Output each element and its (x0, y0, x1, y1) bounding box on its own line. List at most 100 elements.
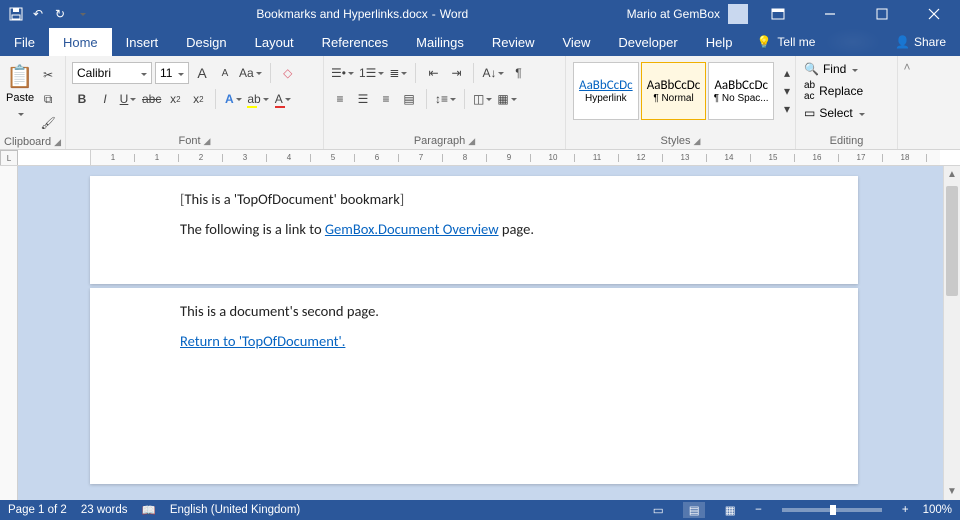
clear-format-icon[interactable]: ◇ (278, 62, 298, 84)
change-case-icon[interactable]: Aa (238, 62, 263, 84)
ribbon-display-options-icon[interactable] (756, 0, 800, 28)
tab-insert[interactable]: Insert (112, 28, 173, 56)
avatar[interactable] (728, 4, 748, 24)
qat-customize-icon[interactable] (74, 6, 90, 22)
shrink-font-icon[interactable]: A (215, 62, 235, 84)
web-layout-icon[interactable]: ▦ (719, 502, 741, 518)
paragraph[interactable]: Return to 'TopOfDocument'. (180, 332, 768, 350)
style-nospacing[interactable]: AaBbCcDc¶ No Spac... (708, 62, 774, 120)
redo-icon[interactable]: ↻ (52, 6, 68, 22)
increase-indent-icon[interactable]: ⇥ (446, 62, 466, 84)
find-button[interactable]: 🔍Find (802, 60, 891, 78)
hyperlink-bookmark[interactable]: Return to 'TopOfDocument'. (180, 332, 345, 350)
format-painter-icon[interactable]: 🖌 (38, 112, 58, 134)
italic-icon[interactable]: I (95, 88, 115, 110)
align-left-icon[interactable]: ≡ (330, 88, 350, 110)
maximize-icon[interactable] (860, 0, 904, 28)
zoom-in-icon[interactable]: + (902, 504, 909, 516)
status-words[interactable]: 23 words (81, 504, 128, 516)
font-color-icon[interactable]: A (273, 88, 293, 110)
scroll-up-icon[interactable]: ▲ (944, 166, 960, 183)
sort-icon[interactable]: A↓ (481, 62, 505, 84)
scroll-down-icon[interactable]: ▼ (944, 483, 960, 500)
hyperlink-external[interactable]: GemBox.Document Overview (325, 220, 499, 238)
save-icon[interactable] (8, 6, 24, 22)
page-2[interactable]: This is a document's second page. Return… (90, 288, 858, 484)
undo-icon[interactable]: ↶ (30, 6, 46, 22)
copy-icon[interactable]: ⧉ (38, 88, 58, 110)
ruler-tick: 14 (707, 150, 751, 166)
borders-icon[interactable]: ▦ (496, 88, 517, 110)
text-effects-icon[interactable]: A (223, 88, 243, 110)
bullets-icon[interactable]: ☰• (330, 62, 355, 84)
highlight-icon[interactable]: ab (246, 88, 269, 110)
cut-icon[interactable]: ✂ (38, 64, 58, 86)
strike-icon[interactable]: abc (141, 88, 162, 110)
styles-group-label: Styles (661, 135, 691, 147)
tab-file[interactable]: File (0, 28, 49, 56)
tab-review[interactable]: Review (478, 28, 549, 56)
page-1[interactable]: [This is a 'TopOfDocument' bookmark] The… (90, 176, 858, 284)
shading-icon[interactable]: ◫ (472, 88, 493, 110)
style-normal[interactable]: AaBbCcDc¶ Normal (641, 62, 707, 120)
superscript-icon[interactable]: x2 (188, 88, 208, 110)
read-mode-icon[interactable]: ▭ (647, 502, 669, 518)
tab-references[interactable]: References (308, 28, 402, 56)
vertical-ruler[interactable] (0, 166, 18, 500)
font-size-combo[interactable]: 11 (155, 62, 189, 84)
paragraph-dialog-launcher-icon[interactable]: ◢ (468, 136, 475, 147)
font-dialog-launcher-icon[interactable]: ◢ (204, 136, 211, 147)
text-run: The following is a link to (180, 220, 325, 238)
numbering-icon[interactable]: 1☰ (358, 62, 385, 84)
decrease-indent-icon[interactable]: ⇤ (423, 62, 443, 84)
zoom-out-icon[interactable]: − (755, 504, 762, 516)
tab-developer[interactable]: Developer (604, 28, 691, 56)
styles-expand-icon[interactable]: ▾ (777, 101, 797, 117)
vertical-scrollbar[interactable]: ▲ ▼ (943, 166, 960, 500)
status-spellcheck-icon[interactable]: 📖 (142, 503, 156, 517)
line-spacing-icon[interactable]: ↕≡ (434, 88, 457, 110)
close-icon[interactable] (912, 0, 956, 28)
minimize-icon[interactable] (808, 0, 852, 28)
select-button[interactable]: ▭Select (802, 104, 891, 122)
status-page[interactable]: Page 1 of 2 (8, 504, 67, 516)
align-right-icon[interactable]: ≡ (376, 88, 396, 110)
collapse-ribbon-icon[interactable]: ˄ (898, 56, 916, 149)
styles-scroll-up-icon[interactable]: ▴ (777, 65, 797, 81)
zoom-slider-thumb[interactable] (830, 505, 836, 515)
align-center-icon[interactable]: ☰ (353, 88, 373, 110)
styles-dialog-launcher-icon[interactable]: ◢ (694, 136, 701, 147)
paragraph[interactable]: The following is a link to GemBox.Docume… (180, 220, 768, 238)
underline-icon[interactable]: U (118, 88, 138, 110)
bookmark-paragraph[interactable]: [This is a 'TopOfDocument' bookmark] (180, 190, 768, 208)
tell-me[interactable]: 💡 Tell me (746, 28, 825, 56)
paste-button[interactable]: 📋 Paste (6, 60, 34, 134)
bold-icon[interactable]: B (72, 88, 92, 110)
style-hyperlink[interactable]: AaBbCcDcHyperlink (573, 62, 639, 120)
share-button[interactable]: 👤 Share (881, 28, 960, 56)
tab-view[interactable]: View (548, 28, 604, 56)
status-language[interactable]: English (United Kingdom) (170, 504, 300, 516)
multilevel-icon[interactable]: ≣ (388, 62, 408, 84)
clipboard-dialog-launcher-icon[interactable]: ◢ (54, 137, 61, 148)
font-name-combo[interactable]: Calibri (72, 62, 152, 84)
paragraph[interactable]: This is a document's second page. (180, 302, 768, 320)
subscript-icon[interactable]: x2 (165, 88, 185, 110)
tab-selector-icon[interactable]: L (0, 150, 18, 166)
user-name[interactable]: Mario at GemBox (627, 7, 720, 21)
horizontal-ruler[interactable]: L 1123456789101112131415161718 (0, 150, 960, 166)
justify-icon[interactable]: ▤ (399, 88, 419, 110)
show-marks-icon[interactable]: ¶ (508, 62, 528, 84)
tab-help[interactable]: Help (692, 28, 747, 56)
scroll-thumb[interactable] (946, 186, 958, 296)
zoom-level[interactable]: 100% (923, 504, 952, 516)
styles-scroll-down-icon[interactable]: ▾ (777, 83, 797, 99)
print-layout-icon[interactable]: ▤ (683, 502, 705, 518)
tab-mailings[interactable]: Mailings (402, 28, 478, 56)
tab-home[interactable]: Home (49, 28, 112, 56)
tab-design[interactable]: Design (172, 28, 240, 56)
grow-font-icon[interactable]: A (192, 62, 212, 84)
tab-layout[interactable]: Layout (241, 28, 308, 56)
replace-button[interactable]: abacReplace (802, 78, 891, 104)
zoom-slider[interactable] (782, 508, 882, 512)
